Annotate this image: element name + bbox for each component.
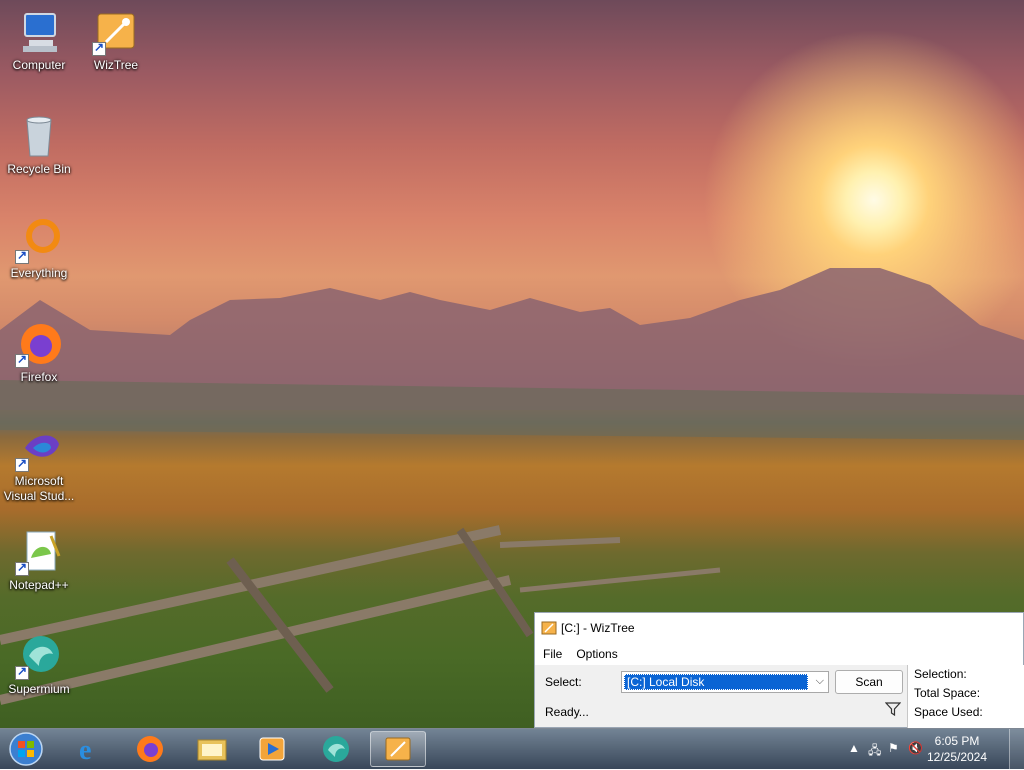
desktop-icon-everything[interactable]: Everything (1, 216, 77, 281)
wiztree-icon (385, 737, 411, 761)
computer-icon (15, 8, 63, 56)
desktop-icon-visual-studio[interactable]: Microsoft Visual Stud... (1, 424, 77, 504)
clock-time: 6:05 PM (934, 734, 980, 748)
supermium-icon (15, 632, 63, 680)
show-hidden-icons-icon[interactable]: ▲ (848, 741, 860, 755)
desktop-icon-label: Computer (12, 58, 66, 72)
window-titlebar[interactable]: [C:] - WizTree (535, 613, 1023, 643)
menu-file[interactable]: File (543, 647, 562, 661)
chevron-down-icon[interactable]: ⌵ (816, 675, 824, 688)
desktop-icon-label: Microsoft Visual Stud... (3, 474, 75, 503)
recycle-bin-icon (15, 112, 63, 160)
desktop-icon-wiztree[interactable]: WizTree (78, 8, 154, 73)
wiztree-window[interactable]: [C:] - WizTree File Options Select: [C:]… (534, 612, 1024, 729)
taskbar-wiztree[interactable] (370, 731, 426, 767)
taskbar-internet-explorer[interactable]: e (62, 731, 118, 767)
drive-select-value: [C:] Local Disk (624, 674, 808, 690)
wiztree-toolbar: Select: [C:] Local Disk ⌵ Scan Ready... (535, 665, 907, 729)
drive-select[interactable]: [C:] Local Disk ⌵ (621, 671, 829, 693)
selection-label: Selection: (914, 667, 967, 681)
desktop-icon-label: Recycle Bin (7, 162, 71, 176)
menu-options[interactable]: Options (576, 647, 617, 661)
firefox-icon (137, 736, 163, 762)
menu-bar: File Options (535, 643, 1023, 665)
desktop-icon-notepadpp[interactable]: Notepad++ (1, 528, 77, 593)
desktop-icon-label: Firefox (20, 370, 58, 384)
wiztree-app-icon (541, 621, 557, 635)
desktop-icon-recycle-bin[interactable]: Recycle Bin (1, 112, 77, 177)
svg-text:e: e (79, 735, 91, 764)
supermium-icon (323, 736, 349, 762)
network-icon[interactable]: 🖧 (868, 741, 881, 762)
visual-studio-icon (15, 424, 63, 472)
everything-icon (15, 216, 63, 264)
taskbar-file-explorer[interactable] (184, 731, 240, 767)
clock[interactable]: 6:05 PM 12/25/2024 (922, 733, 992, 765)
filter-icon[interactable] (885, 701, 901, 717)
desktop-icon-computer[interactable]: Computer (1, 8, 77, 73)
notepadpp-icon (15, 528, 63, 576)
show-desktop-button[interactable] (1009, 729, 1024, 769)
action-center-flag-icon[interactable]: ⚑ (888, 741, 899, 755)
media-player-icon (259, 737, 285, 761)
taskbar-media-player[interactable] (244, 731, 300, 767)
desktop-icon-label: Notepad++ (9, 578, 69, 592)
desktop-icon-label: Everything (10, 266, 68, 280)
taskbar-firefox[interactable] (122, 731, 178, 767)
volume-muted-icon[interactable]: 🔇 (908, 741, 923, 755)
clock-date: 12/25/2024 (926, 750, 988, 764)
window-title: [C:] - WizTree (561, 621, 635, 635)
scan-button[interactable]: Scan (835, 670, 903, 694)
taskbar: e ▲ 🖧 ⚑ 🔇 6:05 PM 12/25/2024 (0, 728, 1024, 769)
desktop-icon-firefox[interactable]: Firefox (1, 320, 77, 385)
desktop-icon-label: WizTree (93, 58, 139, 72)
desktop-icon-supermium[interactable]: Supermium (1, 632, 77, 697)
system-tray: ▲ 🖧 ⚑ 🔇 6:05 PM 12/25/2024 (834, 729, 1024, 769)
start-button[interactable] (6, 731, 46, 767)
folder-icon (197, 739, 227, 761)
space-used-label: Space Used: (914, 705, 983, 719)
firefox-icon (15, 320, 63, 368)
desktop-icon-label: Supermium (8, 682, 70, 696)
status-text: Ready... (545, 705, 589, 719)
taskbar-supermium[interactable] (308, 731, 364, 767)
internet-explorer-icon: e (79, 735, 91, 764)
windows-logo-icon (9, 732, 43, 766)
select-label: Select: (545, 675, 582, 689)
wiztree-icon (92, 8, 140, 56)
total-space-label: Total Space: (914, 686, 981, 700)
space-info-panel: Selection: Total Space: Space Used: (907, 665, 1024, 729)
